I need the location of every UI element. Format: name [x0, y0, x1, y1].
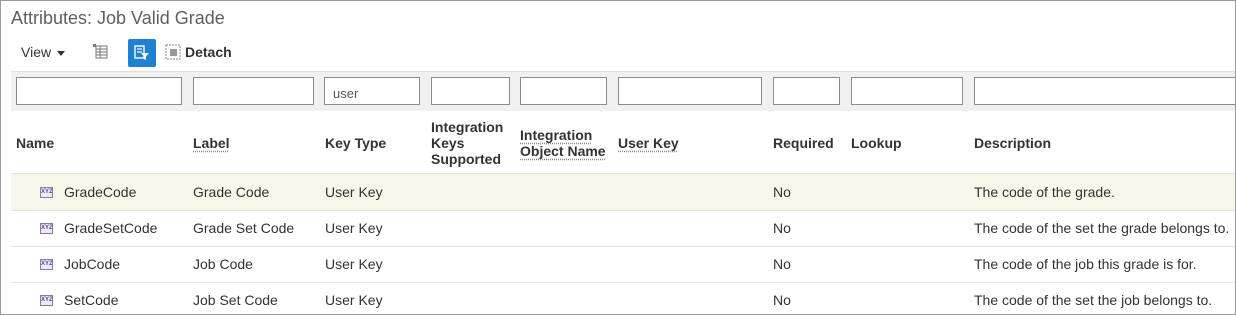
cell-key-type: User Key: [325, 292, 383, 308]
column-header-integration-keys-line1: Integration: [431, 119, 504, 135]
column-header-key-type[interactable]: Key Type: [325, 135, 386, 151]
cell-key-type: User Key: [325, 220, 383, 236]
cell-label: Grade Code: [193, 184, 270, 200]
freeze-columns-icon[interactable]: [93, 44, 109, 60]
filter-key-type-input[interactable]: [324, 77, 420, 105]
table-row[interactable]: XYZ SetCode Job Set Code User Key No The…: [11, 282, 1235, 314]
caret-down-icon: [57, 50, 66, 56]
column-header-integration-keys-line3: Supported: [431, 151, 501, 167]
query-by-example-icon: [134, 45, 149, 60]
cell-required: No: [773, 184, 791, 200]
cell-label: Job Set Code: [193, 292, 278, 308]
column-header-integration-keys-line2: Keys: [431, 135, 465, 151]
cell-name: SetCode: [64, 292, 119, 308]
xyz-attribute-icon: XYZ: [40, 259, 53, 270]
cell-required: No: [773, 256, 791, 272]
cell-label: Grade Set Code: [193, 220, 295, 236]
cell-description: The code of the set the grade belongs to…: [974, 220, 1230, 236]
detach-icon: [165, 44, 181, 60]
filter-integration-keys-input[interactable]: [431, 77, 510, 105]
column-header-lookup[interactable]: Lookup: [851, 135, 902, 151]
filter-name-input[interactable]: [16, 77, 182, 105]
column-header-name[interactable]: Name: [16, 135, 54, 151]
detach-button[interactable]: Detach: [165, 44, 232, 62]
cell-description: The code of the set the job belongs to.: [974, 292, 1213, 308]
filter-integration-object-input[interactable]: [520, 77, 607, 105]
xyz-attribute-icon: XYZ: [40, 187, 53, 198]
query-by-example-button[interactable]: [128, 39, 156, 67]
table-header: Name Label Key Type Integration Keys Sup…: [11, 111, 1235, 174]
table-row[interactable]: XYZ GradeSetCode Grade Set Code User Key…: [11, 210, 1235, 247]
filter-description-input[interactable]: [974, 77, 1235, 105]
page-title: Attributes: Job Valid Grade: [11, 8, 225, 28]
cell-name: JobCode: [64, 256, 121, 272]
filter-lookup-input[interactable]: [851, 77, 963, 105]
filter-row: [11, 71, 1235, 111]
filter-label-input[interactable]: [193, 77, 314, 105]
cell-description: The code of the job this grade is for.: [974, 256, 1197, 272]
column-header-description[interactable]: Description: [974, 135, 1051, 151]
cell-key-type: User Key: [325, 184, 383, 200]
table-toolbar: View Detach: [1, 39, 1235, 67]
table-row[interactable]: XYZ JobCode Job Code User Key No The cod…: [11, 246, 1235, 283]
column-header-integration-object-line2: Object Name: [520, 143, 606, 159]
detach-label: Detach: [185, 44, 232, 60]
cell-description: The code of the grade.: [974, 184, 1115, 200]
filter-user-key-input[interactable]: [618, 77, 762, 105]
cell-label: Job Code: [193, 256, 253, 272]
view-menu[interactable]: View: [21, 44, 66, 60]
cell-required: No: [773, 292, 791, 308]
column-header-label[interactable]: Label: [193, 135, 230, 151]
column-header-integration-object-line1: Integration: [520, 127, 593, 143]
xyz-attribute-icon: XYZ: [40, 223, 53, 234]
column-header-integration-keys[interactable]: Integration Keys Supported: [431, 119, 503, 167]
column-header-integration-object[interactable]: Integration Object Name: [520, 127, 606, 159]
attributes-panel: Attributes: Job Valid Grade View Detach …: [0, 0, 1236, 315]
table-row[interactable]: XYZ GradeCode Grade Code User Key No The…: [11, 174, 1235, 211]
filter-required-input[interactable]: [773, 77, 840, 105]
column-header-user-key[interactable]: User Key: [618, 135, 679, 151]
view-menu-label: View: [21, 44, 52, 60]
cell-required: No: [773, 220, 791, 236]
column-header-required[interactable]: Required: [773, 135, 834, 151]
cell-key-type: User Key: [325, 256, 383, 272]
cell-name: GradeCode: [64, 184, 137, 200]
cell-name: GradeSetCode: [64, 220, 158, 236]
xyz-attribute-icon: XYZ: [40, 295, 53, 306]
